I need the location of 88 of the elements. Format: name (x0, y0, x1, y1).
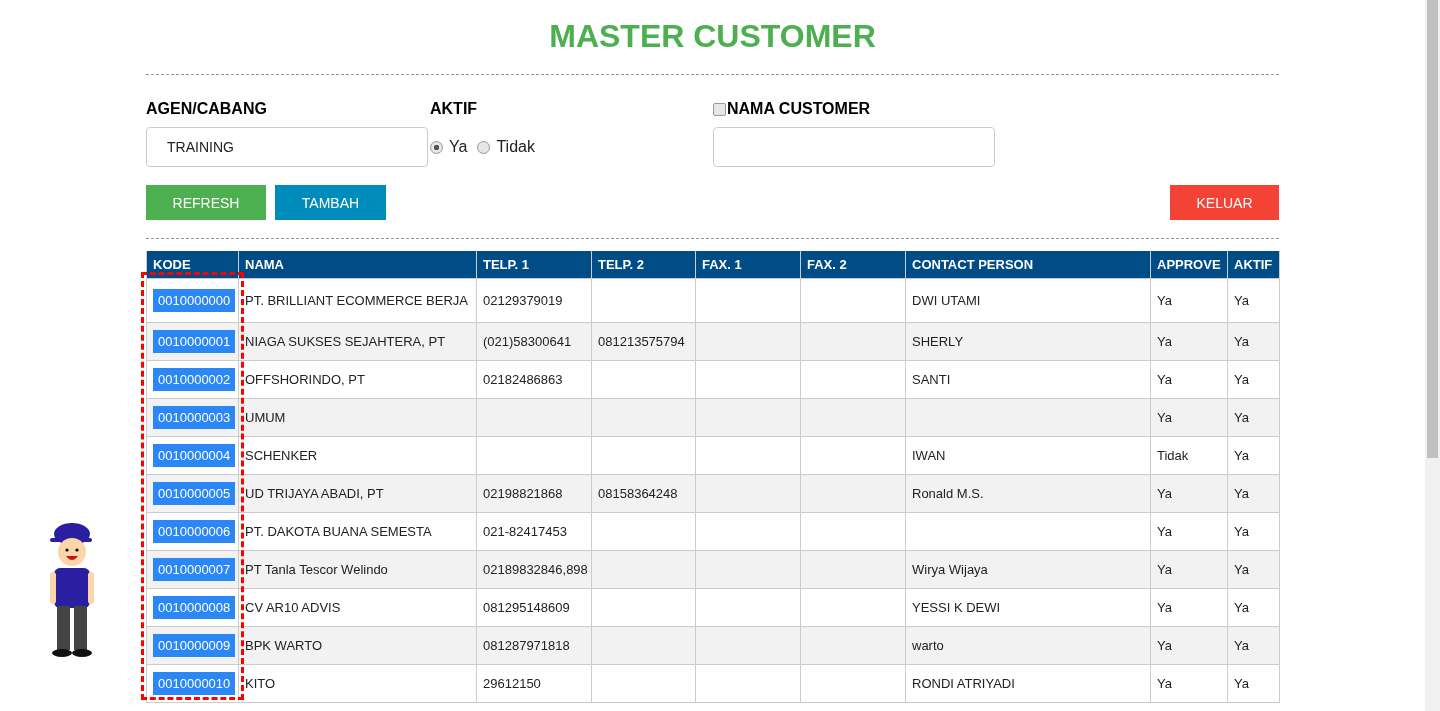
branch-field[interactable]: TRAINING (146, 127, 428, 167)
column-header: FAX. 2 (800, 251, 906, 279)
table-cell: Ronald M.S. (912, 485, 984, 501)
table-cell: 021-82417453 (483, 523, 567, 539)
table-cell: 081287971818 (483, 637, 570, 653)
customer-code-button[interactable]: 0010000009 (153, 634, 236, 657)
table-cell: RONDI ATRIYADI (912, 675, 1015, 691)
table-cell: CV AR10 ADVIS (245, 599, 341, 615)
table-cell: Ya (1157, 675, 1172, 691)
table-cell: Ya (1157, 292, 1172, 308)
table-cell: 02198821868 (483, 485, 563, 501)
customer-code-button[interactable]: 0010000007 (153, 558, 236, 581)
table-cell: Ya (1234, 485, 1249, 501)
table-cell: Ya (1234, 333, 1249, 349)
table-cell: Ya (1234, 292, 1249, 308)
customer-code-button[interactable]: 0010000005 (153, 482, 236, 505)
customer-code-button[interactable]: 0010000006 (153, 520, 236, 543)
radio-label: Ya (449, 138, 468, 156)
table-cell: 08158364248 (598, 485, 678, 501)
table-cell: Ya (1234, 675, 1249, 691)
customer-code-button[interactable]: 0010000000 (153, 289, 236, 312)
column-header: TELP. 1 (476, 251, 592, 279)
table-cell: Ya (1234, 409, 1249, 425)
table-cell: NIAGA SUKSES SEJAHTERA, PT (245, 333, 446, 349)
scrollbar[interactable] (1425, 0, 1440, 711)
table-cell: PT. BRILLIANT ECOMMERCE BERJA (245, 292, 468, 308)
customer-code-button[interactable]: 0010000010 (153, 672, 236, 695)
table-cell: Ya (1234, 561, 1249, 577)
customer-code-button[interactable]: 0010000002 (153, 368, 236, 391)
customer-code-button[interactable]: 0010000001 (153, 330, 236, 353)
column-header: AKTIF (1227, 251, 1280, 279)
field-label: AKTIF (430, 99, 479, 119)
page-title: MASTER CUSTOMER (548, 18, 877, 54)
customer-code-button[interactable]: 0010000004 (153, 444, 236, 467)
table-cell: 02129379019 (483, 292, 563, 308)
table-cell: warto (912, 637, 944, 653)
field-label: AGEN/CABANG (146, 99, 268, 119)
table-cell: KITO (245, 675, 276, 691)
radio-button[interactable] (477, 140, 491, 154)
table-cell: Ya (1234, 447, 1249, 463)
table-cell: 02189832846,898 (483, 561, 588, 577)
table-cell: Tidak (1157, 447, 1189, 463)
customer-code-button[interactable]: 0010000003 (153, 406, 236, 429)
table-cell: YESSI K DEWI (912, 599, 1001, 615)
table-cell: IWAN (912, 447, 946, 463)
exit-button[interactable]: KELUAR (1170, 185, 1279, 220)
table-cell: OFFSHORINDO, PT (245, 371, 365, 387)
table-cell: DWI UTAMI (912, 292, 981, 308)
table-cell: Ya (1157, 599, 1172, 615)
table-cell: Ya (1157, 561, 1172, 577)
customer-code-button[interactable]: 0010000008 (153, 596, 236, 619)
table-cell: Ya (1157, 523, 1172, 539)
radio-button[interactable] (430, 140, 443, 154)
add-button[interactable]: TAMBAH (275, 185, 386, 220)
table-cell: Ya (1234, 371, 1249, 387)
table-cell: Ya (1234, 523, 1249, 539)
table-cell: 081213575794 (598, 333, 685, 349)
table-cell: Ya (1234, 599, 1249, 615)
checkbox[interactable] (713, 102, 726, 116)
refresh-button[interactable]: REFRESH (146, 185, 266, 220)
column-header: NAMA (238, 251, 477, 279)
column-header: FAX. 1 (695, 251, 801, 279)
table-cell: Ya (1157, 485, 1172, 501)
table-cell: Wirya Wijaya (912, 561, 988, 577)
table-cell: 081295148609 (483, 599, 570, 615)
table-cell: SHERLY (912, 333, 964, 349)
column-header: KODE (146, 251, 239, 279)
column-header: CONTACT PERSON (905, 251, 1151, 279)
table-cell: Ya (1234, 637, 1249, 653)
field-label: NAMA CUSTOMER (727, 99, 871, 119)
table-cell: Ya (1157, 409, 1172, 425)
table-cell: Ya (1157, 637, 1172, 653)
table-cell: Ya (1157, 371, 1172, 387)
table-cell: SCHENKER (245, 447, 318, 463)
column-header: TELP. 2 (591, 251, 696, 279)
table-cell: PT Tanla Tescor Welindo (245, 561, 388, 577)
customer-name-field[interactable] (713, 127, 995, 167)
column-header: APPROVE (1150, 251, 1228, 279)
table-cell: BPK WARTO (245, 637, 323, 653)
table-cell: Ya (1157, 333, 1172, 349)
table-cell: PT. DAKOTA BUANA SEMESTA (245, 523, 432, 539)
radio-label: Tidak (496, 138, 535, 156)
table-cell: 02182486863 (483, 371, 563, 387)
table-cell: UMUM (245, 409, 286, 425)
table-cell: (021)58300641 (483, 333, 572, 349)
table-cell: UD TRIJAYA ABADI, PT (245, 485, 384, 501)
table-cell: SANTI (912, 371, 951, 387)
table-cell: 29612150 (483, 675, 541, 691)
